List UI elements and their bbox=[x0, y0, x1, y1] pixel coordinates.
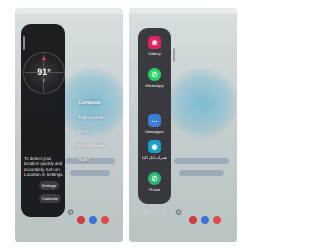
app-messages[interactable]: … Messages bbox=[142, 114, 167, 134]
status-bar bbox=[15, 8, 123, 14]
dock-app-icon[interactable] bbox=[189, 216, 197, 224]
messages-icon: … bbox=[148, 114, 161, 127]
gear-icon[interactable]: ⚙ bbox=[67, 208, 74, 217]
left-phone-screen: 91° E To detect your location quickly an… bbox=[15, 8, 123, 242]
dock-app-icon[interactable] bbox=[201, 216, 209, 224]
gear-icon[interactable]: ⚙ bbox=[175, 208, 182, 217]
status-bar bbox=[129, 8, 237, 14]
right-phone-screen: ❀ Gallery ✆ WhatsApp … Messages ◉ همراه … bbox=[129, 8, 237, 242]
app-label: همراه بانک اکتا bbox=[142, 155, 167, 160]
app-label: Gallery bbox=[148, 51, 161, 56]
app-label: WhatsApp bbox=[145, 83, 164, 88]
app-label: Phone bbox=[148, 187, 161, 192]
dock-app-icon[interactable] bbox=[101, 216, 109, 224]
background-logo bbox=[167, 68, 237, 138]
location-message: To detect your location quickly and accu… bbox=[24, 156, 64, 178]
dock-app-icon[interactable] bbox=[77, 216, 85, 224]
dock-app-icon[interactable] bbox=[89, 216, 97, 224]
gallery-icon: ❀ bbox=[148, 36, 161, 49]
app-phone[interactable]: ✆ Phone bbox=[142, 172, 167, 192]
phone-icon: ✆ bbox=[148, 172, 161, 185]
compass-degree: 91° bbox=[37, 67, 51, 77]
app-whatsapp[interactable]: ✆ WhatsApp bbox=[142, 68, 167, 88]
tool-surface-level[interactable]: Surface level bbox=[78, 143, 118, 148]
app-label: Messages bbox=[145, 129, 164, 134]
panel-footer: ☰ ✎ bbox=[138, 206, 171, 218]
app-bank[interactable]: ◉ همراه بانک اکتا bbox=[142, 140, 167, 160]
panel-handle[interactable] bbox=[173, 48, 175, 62]
panel-handle[interactable] bbox=[23, 36, 25, 50]
menu-icon[interactable]: ☰ bbox=[143, 209, 148, 216]
calibrate-button[interactable]: Calibrate bbox=[39, 194, 61, 203]
dock-app-icon[interactable] bbox=[213, 216, 221, 224]
tool-tally-counter[interactable]: Tally counter bbox=[78, 115, 118, 120]
apps-edge-panel: ❀ Gallery ✆ WhatsApp … Messages ◉ همراه … bbox=[138, 28, 171, 204]
background-text bbox=[179, 170, 224, 176]
tool-torch[interactable]: Torch bbox=[78, 129, 118, 134]
compass-dial: 91° E bbox=[23, 52, 65, 94]
background-text bbox=[174, 158, 229, 164]
whatsapp-icon: ✆ bbox=[148, 68, 161, 81]
tool-ruler[interactable]: Ruler bbox=[78, 157, 118, 162]
tools-list: Compass Tally counter Torch Surface leve… bbox=[78, 100, 118, 171]
north-indicator-icon bbox=[42, 56, 46, 60]
app-gallery[interactable]: ❀ Gallery bbox=[142, 36, 167, 56]
bank-app-icon: ◉ bbox=[148, 140, 161, 153]
edit-icon[interactable]: ✎ bbox=[161, 209, 166, 216]
compass-direction: E bbox=[42, 78, 46, 83]
settings-button[interactable]: Settings bbox=[39, 181, 59, 190]
tool-compass[interactable]: Compass bbox=[78, 100, 118, 106]
